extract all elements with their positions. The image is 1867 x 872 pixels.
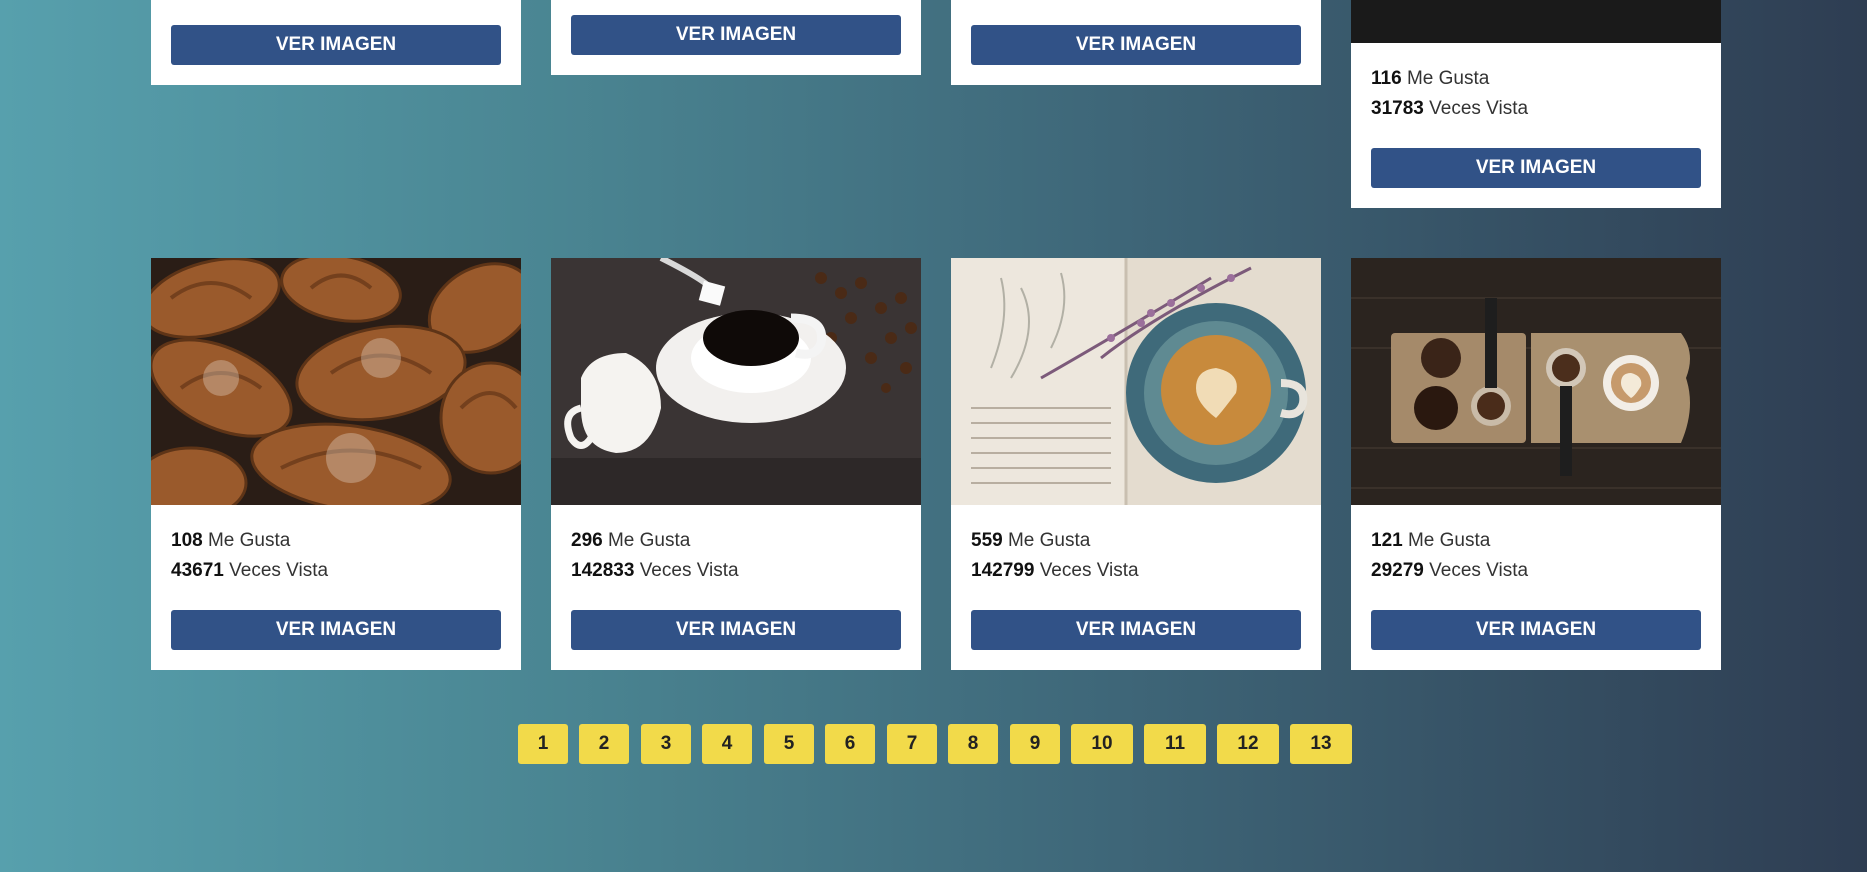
likes-label: Me Gusta bbox=[1007, 530, 1091, 551]
gallery-card: 116 Me Gusta 31783 Veces Vista VER IMAGE… bbox=[1351, 0, 1721, 208]
views-count: 43671 bbox=[171, 560, 224, 581]
likes-count: 108 bbox=[171, 530, 203, 551]
likes-count: 116 bbox=[1371, 68, 1402, 89]
likes-stat: 121 Me Gusta bbox=[1371, 526, 1528, 556]
page-button-11[interactable]: 11 bbox=[1144, 724, 1206, 764]
views-stat: 43671 Veces Vista bbox=[171, 556, 328, 586]
page-button-2[interactable]: 2 bbox=[579, 724, 629, 764]
page-button-1[interactable]: 1 bbox=[518, 724, 568, 764]
view-image-button[interactable]: VER IMAGEN bbox=[171, 25, 501, 65]
page-button-8[interactable]: 8 bbox=[948, 724, 998, 764]
view-image-button[interactable]: VER IMAGEN bbox=[171, 610, 501, 650]
gallery-card: VER IMAGEN bbox=[151, 0, 521, 85]
views-label: Veces Vista bbox=[1429, 98, 1529, 119]
view-image-button[interactable]: VER IMAGEN bbox=[571, 15, 901, 55]
gallery-card: 121 Me Gusta 29279 Veces Vista VER IMAGE… bbox=[1351, 258, 1721, 670]
views-stat: 29279 Veces Vista bbox=[1371, 556, 1528, 586]
gallery-card: 296 Me Gusta 142833 Veces Vista VER IMAG… bbox=[551, 258, 921, 670]
likes-count: 121 bbox=[1371, 530, 1403, 551]
likes-label: Me Gusta bbox=[1407, 530, 1491, 551]
gallery-card: 559 Me Gusta 142799 Veces Vista VER IMAG… bbox=[951, 258, 1321, 670]
views-stat: 142833 Veces Vista bbox=[571, 556, 739, 586]
views-stat: 142799 Veces Vista bbox=[971, 556, 1139, 586]
page-button-6[interactable]: 6 bbox=[825, 724, 875, 764]
views-label: Veces Vista bbox=[639, 560, 739, 581]
views-label: Veces Vista bbox=[229, 560, 329, 581]
likes-count: 296 bbox=[571, 530, 603, 551]
views-stat: 31783 Veces Vista bbox=[1371, 94, 1528, 124]
card-image[interactable] bbox=[1351, 258, 1721, 505]
card-image[interactable] bbox=[951, 258, 1321, 505]
likes-stat: 296 Me Gusta bbox=[571, 526, 739, 556]
views-count: 31783 bbox=[1371, 98, 1424, 119]
page-button-5[interactable]: 5 bbox=[764, 724, 814, 764]
page-button-10[interactable]: 10 bbox=[1071, 724, 1133, 764]
view-image-button[interactable]: VER IMAGEN bbox=[571, 610, 901, 650]
card-image[interactable] bbox=[1351, 0, 1721, 43]
gallery-card: 108 Me Gusta 43671 Veces Vista VER IMAGE… bbox=[151, 258, 521, 670]
likes-stat: 559 Me Gusta bbox=[971, 526, 1139, 556]
views-label: Veces Vista bbox=[1429, 560, 1529, 581]
view-image-button[interactable]: VER IMAGEN bbox=[971, 610, 1301, 650]
croissants-image bbox=[151, 258, 521, 505]
gallery-card: VER IMAGEN bbox=[551, 0, 921, 75]
coffee-board-image bbox=[1351, 258, 1721, 505]
likes-label: Me Gusta bbox=[207, 530, 291, 551]
latte-image bbox=[951, 258, 1321, 505]
views-label: Veces Vista bbox=[1039, 560, 1139, 581]
views-count: 142833 bbox=[571, 560, 635, 581]
page-button-12[interactable]: 12 bbox=[1217, 724, 1279, 764]
view-image-button[interactable]: VER IMAGEN bbox=[971, 25, 1301, 65]
page-button-9[interactable]: 9 bbox=[1010, 724, 1060, 764]
likes-count: 559 bbox=[971, 530, 1003, 551]
likes-label: Me Gusta bbox=[607, 530, 691, 551]
coffee-cup-image bbox=[551, 258, 921, 505]
card-image[interactable] bbox=[551, 258, 921, 505]
card-image[interactable] bbox=[151, 258, 521, 505]
likes-label: Me Gusta bbox=[1406, 68, 1490, 89]
page-button-3[interactable]: 3 bbox=[641, 724, 691, 764]
likes-stat: 116 Me Gusta bbox=[1371, 64, 1528, 94]
views-count: 29279 bbox=[1371, 560, 1424, 581]
views-count: 142799 bbox=[971, 560, 1035, 581]
page-button-7[interactable]: 7 bbox=[887, 724, 937, 764]
view-image-button[interactable]: VER IMAGEN bbox=[1371, 610, 1701, 650]
view-image-button[interactable]: VER IMAGEN bbox=[1371, 148, 1701, 188]
page-button-4[interactable]: 4 bbox=[702, 724, 752, 764]
likes-stat: 108 Me Gusta bbox=[171, 526, 328, 556]
gallery-card: VER IMAGEN bbox=[951, 0, 1321, 85]
page-button-13[interactable]: 13 bbox=[1290, 724, 1352, 764]
